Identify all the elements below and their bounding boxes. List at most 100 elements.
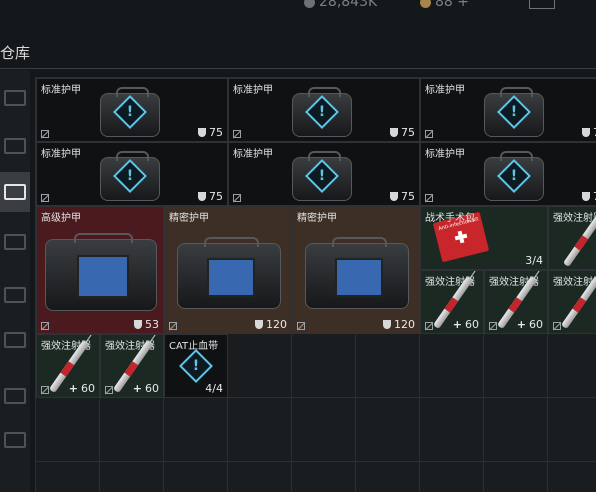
plus-icon: + (132, 382, 142, 395)
armor-bag-icon (177, 237, 281, 309)
item-value: 75 (198, 190, 223, 203)
item-value: 75 (582, 126, 596, 139)
sidebar-item-armor[interactable] (0, 78, 30, 118)
lock-icon (105, 386, 113, 394)
misc-icon (4, 432, 26, 448)
mail-icon[interactable] (529, 0, 555, 9)
divider (0, 68, 596, 69)
item-name: 标准护甲 (425, 85, 465, 96)
plus-icon: + (516, 318, 526, 331)
lock-icon (169, 322, 177, 330)
item-value: 53 (134, 318, 159, 331)
gun-icon (4, 287, 26, 303)
armor-icon (4, 90, 26, 106)
shield-icon (390, 192, 398, 201)
inventory-item[interactable]: 标准护甲 ! 75 (228, 142, 420, 206)
page-title: 仓库 (0, 44, 31, 62)
item-value: +60 (516, 318, 543, 331)
lock-icon (553, 322, 561, 330)
item-name: 精密护甲 (169, 213, 209, 224)
sidebar-item-8[interactable] (0, 420, 30, 460)
inventory-item[interactable]: 精密护甲 120 (292, 206, 420, 334)
currency-silver: 28,843K (304, 0, 377, 10)
sidebar (0, 70, 30, 492)
sidebar-item-4[interactable] (0, 222, 30, 262)
item-value: 75 (582, 190, 596, 203)
shield-icon (383, 320, 391, 329)
sidebar-item-5[interactable] (0, 275, 30, 315)
inventory-item[interactable]: 强效注射器 (548, 270, 596, 334)
item-name: 标准护甲 (233, 85, 273, 96)
armor-bag-icon (305, 237, 409, 309)
shield-icon (255, 320, 263, 329)
inventory-item[interactable]: 强效注射器 (548, 206, 596, 270)
item-value: 75 (198, 126, 223, 139)
plus-icon: + (452, 318, 462, 331)
armor-bag-icon (45, 233, 157, 311)
unknown-item-icon: ! (179, 349, 213, 383)
medical-icon (4, 184, 26, 200)
shield-icon (582, 192, 590, 201)
item-name: 标准护甲 (41, 149, 81, 160)
item-value: 3/4 (525, 254, 543, 267)
shield-icon (390, 128, 398, 137)
inventory-item[interactable]: 强效注射器 +60 (36, 334, 100, 398)
item-value: 4/4 (205, 382, 223, 395)
item-name: 强效注射器 (553, 213, 596, 224)
inventory-item[interactable]: 标准护甲 ! 75 (228, 78, 420, 142)
tool-icon (4, 388, 26, 404)
lock-icon (41, 130, 49, 138)
inventory-item[interactable]: 强效注射器 +60 (484, 270, 548, 334)
item-name: 标准护甲 (425, 149, 465, 160)
item-value: 75 (390, 190, 415, 203)
lock-icon (425, 194, 433, 202)
item-value: +60 (452, 318, 479, 331)
inventory-item[interactable]: 强效注射器 +60 (420, 270, 484, 334)
lock-icon (41, 386, 49, 394)
inventory-grid: 标准护甲 ! 75 标准护甲 ! 75 标准护甲 ! 75 标准护甲 ! 75 … (35, 77, 596, 492)
sidebar-item-7[interactable] (0, 376, 30, 416)
inventory-item[interactable]: 标准护甲 ! 75 (36, 142, 228, 206)
weapon-icon (4, 234, 26, 250)
inventory-item[interactable]: 强效注射器 +60 (100, 334, 164, 398)
sidebar-item-2[interactable] (0, 126, 30, 166)
lock-icon (233, 130, 241, 138)
inventory-item[interactable]: 精密护甲 120 (164, 206, 292, 334)
item-name: 战术手术包 (425, 213, 475, 224)
lock-icon (425, 130, 433, 138)
cross-icon (454, 230, 469, 245)
inventory-item[interactable]: 标准护甲 ! 75 (420, 78, 596, 142)
item-name: 高级护甲 (41, 213, 81, 224)
item-value: +60 (68, 382, 95, 395)
currency-gold-value: 88 + (435, 0, 469, 10)
lock-icon (41, 194, 49, 202)
ammo-icon (4, 332, 26, 348)
gold-coin-icon (420, 0, 431, 8)
lock-icon (297, 322, 305, 330)
lock-icon (233, 194, 241, 202)
inventory-item[interactable]: 高级护甲 53 (36, 206, 164, 334)
inventory-item[interactable]: 标准护甲 ! 75 (36, 78, 228, 142)
lock-icon (425, 322, 433, 330)
currency-gold: 88 + (420, 0, 469, 10)
shield-icon (198, 192, 206, 201)
sidebar-item-active[interactable] (0, 172, 30, 212)
shield-icon (582, 128, 590, 137)
bag-icon (4, 138, 26, 154)
shield-icon (198, 128, 206, 137)
shield-icon (134, 320, 142, 329)
item-value: 75 (390, 126, 415, 139)
lock-icon (489, 322, 497, 330)
item-value: +60 (132, 382, 159, 395)
inventory-item[interactable]: CAT止血带 ! 4/4 (164, 334, 228, 398)
lock-icon (41, 322, 49, 330)
top-bar: 28,843K 88 + (0, 0, 596, 14)
silver-coin-icon (304, 0, 315, 8)
currency-silver-value: 28,843K (319, 0, 378, 10)
item-value: 120 (383, 318, 415, 331)
inventory-item[interactable]: 标准护甲 ! 75 (420, 142, 596, 206)
inventory-item[interactable]: Anti-infection kit 战术手术包 3/4 (420, 206, 548, 270)
item-name: 精密护甲 (297, 213, 337, 224)
sidebar-item-6[interactable] (0, 320, 30, 360)
item-name: 标准护甲 (41, 85, 81, 96)
